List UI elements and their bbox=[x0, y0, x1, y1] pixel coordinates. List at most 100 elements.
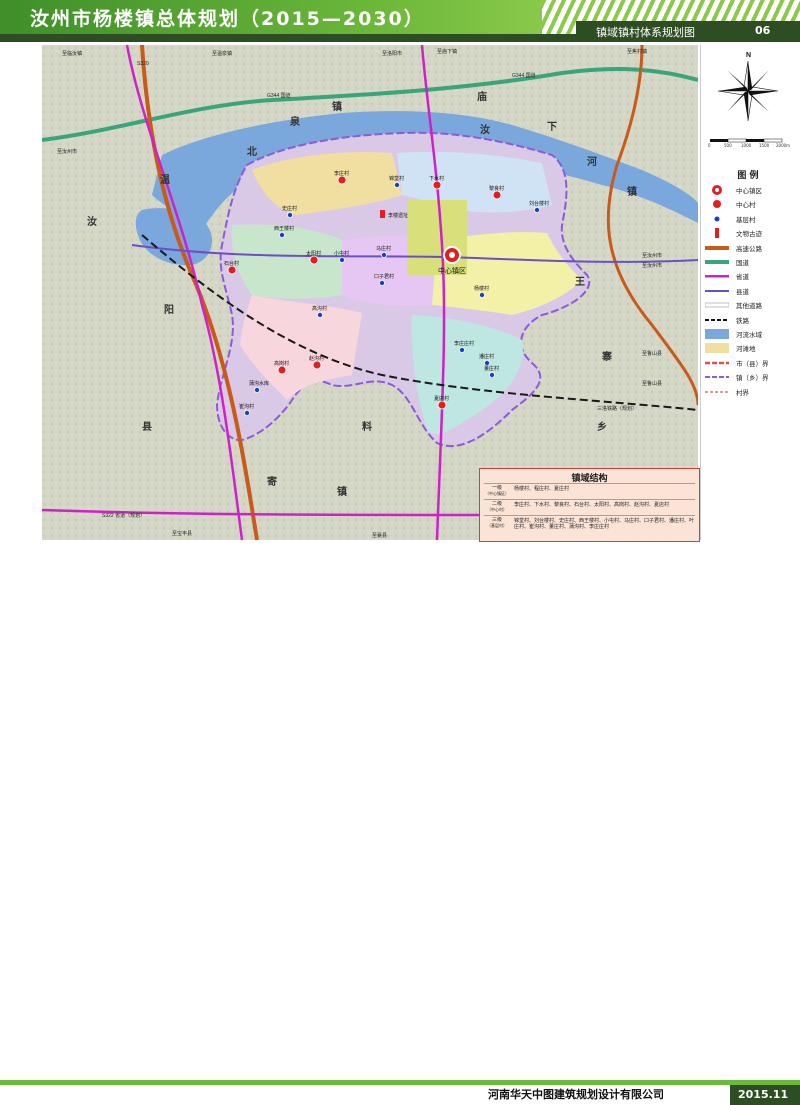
base-village-marker[interactable] bbox=[478, 291, 485, 298]
base-village-marker[interactable] bbox=[380, 251, 387, 258]
legend-item: 文物古迹 bbox=[704, 226, 762, 240]
village-label: 高岗村 bbox=[274, 360, 289, 367]
structure-divider bbox=[484, 515, 695, 516]
structure-divider bbox=[484, 499, 695, 500]
village-label: 马庄村 bbox=[376, 245, 391, 252]
legend-label: 镇（乡）界 bbox=[736, 374, 769, 383]
place-label: 乡 bbox=[597, 420, 607, 433]
base-village-icon bbox=[704, 213, 730, 225]
village-label: 口子君村 bbox=[374, 273, 394, 280]
base-village-marker[interactable] bbox=[338, 256, 345, 263]
legend-label: 中心村 bbox=[736, 201, 756, 210]
road-label: 至温泉镇 bbox=[212, 50, 232, 57]
company-name: 河南华天中图建筑规划设计有限公司 bbox=[488, 1088, 664, 1101]
relic-label: 李楼遗址 bbox=[388, 212, 408, 219]
north-label: N bbox=[746, 52, 751, 59]
center-village-marker[interactable] bbox=[312, 360, 322, 370]
base-village-marker[interactable] bbox=[243, 409, 250, 416]
structure-divider bbox=[484, 483, 695, 484]
base-village-marker[interactable] bbox=[483, 359, 490, 366]
north-arrow-svg: N 0 500 1000 1500 2000m bbox=[708, 52, 790, 148]
other-road-icon bbox=[704, 299, 730, 311]
place-label: 汝 bbox=[480, 123, 490, 136]
scale-tick-1: 500 bbox=[724, 143, 732, 148]
legend-item: 高速公路 bbox=[704, 241, 762, 255]
legend-label: 基层村 bbox=[736, 215, 756, 224]
legend-label: 河滩地 bbox=[736, 345, 756, 354]
legend-label: 中心镇区 bbox=[736, 187, 762, 195]
village-label: 史庄村 bbox=[282, 205, 297, 212]
road-label: 至汝州市 bbox=[57, 148, 77, 155]
place-label: 寄 bbox=[267, 475, 277, 488]
provincial-road-icon bbox=[704, 270, 730, 282]
header-banner: 汝州市杨楼镇总体规划（2015—2030） 镇域镇村体系规划图 06 bbox=[0, 0, 800, 42]
road-label: 至焦村镇 bbox=[627, 48, 647, 55]
base-village-marker[interactable] bbox=[533, 206, 540, 213]
footer: 河南华天中图建筑规划设计有限公司 2015.11 bbox=[0, 540, 800, 1105]
structure-row-level3: 三级 （基层村） 锦堂村、刘台楼村、史庄村、西王楼村、小屯村、马庄村、口子君村、潘… bbox=[484, 517, 695, 530]
base-village-marker[interactable] bbox=[393, 181, 400, 188]
structure-villages: 李庄村、下水村、黎良村、石台村、太阳村、高岗村、赵沟村、夏店村 bbox=[514, 502, 670, 508]
relic-marker[interactable] bbox=[380, 210, 385, 218]
scale-tick-3: 1500 bbox=[759, 143, 770, 148]
road-label: 至宝丰县 bbox=[172, 530, 192, 537]
road-label: 至鲁山县 bbox=[642, 350, 662, 357]
structure-row-level1: 一级 （中心镇区） 杨楼村、程庄村、夏庄村 bbox=[484, 485, 695, 496]
scale-tick-2: 1000 bbox=[741, 143, 752, 148]
village-label: 潘庄村 bbox=[479, 353, 494, 360]
center-village-marker[interactable] bbox=[432, 180, 442, 190]
base-village-marker[interactable] bbox=[253, 386, 260, 393]
scale-tick-4: 2000m bbox=[776, 143, 790, 148]
base-village-marker[interactable] bbox=[316, 311, 323, 318]
place-label: 寨 bbox=[601, 350, 612, 363]
center-village-marker[interactable] bbox=[437, 400, 447, 410]
road-label: 至汝州市 bbox=[642, 252, 662, 259]
page-number: 06 bbox=[755, 24, 771, 37]
place-label: 下 bbox=[547, 121, 557, 133]
legend-item: 村界 bbox=[704, 385, 749, 399]
center-village-marker[interactable] bbox=[309, 255, 319, 265]
base-village-marker[interactable] bbox=[488, 371, 495, 378]
legend-label: 国道 bbox=[736, 259, 749, 267]
county-road-icon bbox=[704, 285, 730, 297]
place-label: 县 bbox=[142, 421, 152, 433]
base-village-marker[interactable] bbox=[458, 346, 465, 353]
place-label: 泉 bbox=[289, 115, 301, 128]
center-village-marker[interactable] bbox=[277, 365, 287, 375]
town-boundary-icon bbox=[704, 371, 730, 383]
village-zone-west bbox=[231, 224, 342, 299]
center-village-marker[interactable] bbox=[337, 175, 347, 185]
town-center-label: 中心镇区 bbox=[438, 266, 466, 275]
structure-row-level2: 二级 （中心村） 李庄村、下水村、黎良村、石台村、太阳村、高岗村、赵沟村、夏店村 bbox=[484, 501, 695, 512]
plan-date: 2015.11 bbox=[738, 1088, 789, 1101]
center-village-marker[interactable] bbox=[227, 265, 237, 275]
village-label: 崔沟村 bbox=[239, 403, 254, 410]
legend-item: 国道 bbox=[704, 255, 749, 269]
scale-bar: 0 500 1000 1500 2000m bbox=[708, 138, 790, 148]
base-village-marker[interactable] bbox=[286, 211, 293, 218]
legend-item: 其他道路 bbox=[704, 298, 762, 312]
village-label: 杨楼村 bbox=[474, 285, 489, 292]
place-label: 温 bbox=[160, 173, 170, 186]
map-canvas[interactable]: 中心镇区 李楼遗址 李庄村 锦堂村 下水村 黎良村 刘台楼村 史庄村 西王楼村 太阳村 小屯村 马… bbox=[42, 45, 698, 540]
structure-villages: 杨楼村、程庄村、夏庄村 bbox=[514, 486, 570, 492]
village-label: 小屯村 bbox=[334, 250, 349, 257]
place-label: 汝 bbox=[87, 215, 97, 228]
center-village-icon bbox=[704, 198, 730, 210]
village-label: 太阳村 bbox=[306, 250, 321, 257]
place-label: 河 bbox=[587, 156, 597, 168]
road-label: 至鲁山县 bbox=[642, 380, 662, 387]
place-label: 庙 bbox=[477, 90, 487, 103]
legend-label: 县道 bbox=[736, 287, 749, 296]
base-village-marker[interactable] bbox=[278, 231, 285, 238]
base-village-marker[interactable] bbox=[378, 279, 385, 286]
village-boundary-icon bbox=[704, 386, 730, 398]
legend-item: 河滩地 bbox=[704, 341, 756, 355]
center-village-marker[interactable] bbox=[492, 190, 502, 200]
village-label: 刘台楼村 bbox=[529, 200, 549, 207]
legend-item: 中心镇区 bbox=[704, 183, 762, 197]
structure-villages: 锦堂村、刘台楼村、史庄村、西王楼村、小屯村、马庄村、口子君村、潘庄村、叶庄村、崔… bbox=[514, 518, 695, 530]
place-label: 阳 bbox=[164, 304, 174, 316]
road-label: S320 bbox=[137, 61, 149, 67]
legend-item: 省道 bbox=[704, 269, 749, 283]
